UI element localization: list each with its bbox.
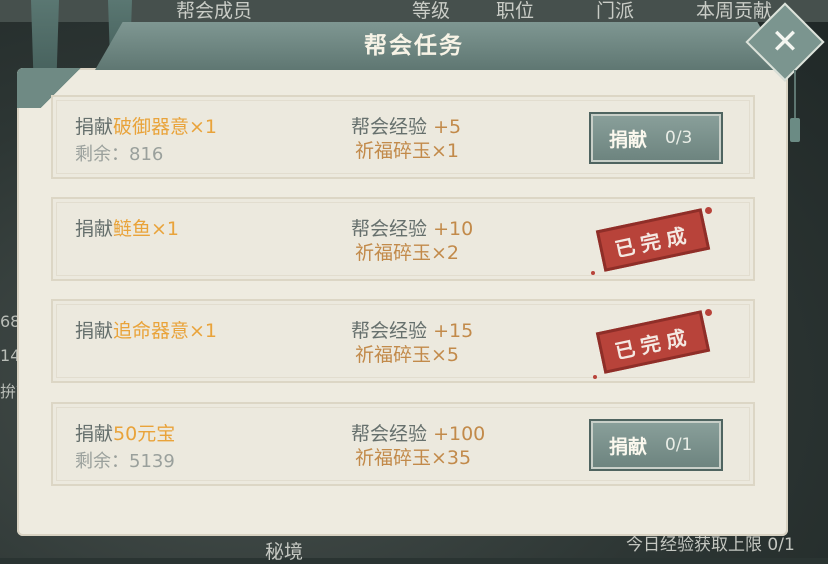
task-requirement: 捐献破御器意×1 — [75, 112, 217, 139]
reward-item: 祈福碎玉×5 — [355, 344, 460, 366]
task-row: 捐献破御器意×1 剩余：816 帮会经验 +5 祈福碎玉×1 捐献 0/3 — [51, 95, 755, 179]
bg-secret-realm-label: 秘境 — [265, 541, 304, 563]
task-requirement: 捐献50元宝 — [75, 419, 175, 446]
donate-button[interactable]: 捐献 0/3 — [589, 112, 723, 164]
tassel-decoration — [790, 118, 800, 142]
task-item: 50元宝 — [113, 423, 176, 445]
task-requirement: 捐献追命器意×1 — [75, 316, 217, 343]
reward-exp: 帮会经验 +100 — [351, 419, 485, 446]
task-remaining: 剩余：5139 — [75, 451, 175, 472]
task-prefix: 捐献 — [75, 218, 114, 240]
task-prefix: 捐献 — [75, 423, 114, 445]
reward-exp: 帮会经验 +5 — [351, 112, 461, 139]
reward-exp-label: 帮会经验 — [351, 218, 428, 240]
donate-progress: 0/1 — [665, 435, 693, 455]
reward-exp-label: 帮会经验 — [351, 116, 428, 138]
task-row: 捐献追命器意×1 帮会经验 +15 祈福碎玉×5 已完成 — [51, 299, 755, 383]
task-prefix: 捐献 — [75, 320, 114, 342]
stamp-splatter — [705, 309, 712, 316]
bg-column-sect: 门派 — [596, 0, 635, 22]
reward-item: 祈福碎玉×35 — [355, 447, 472, 469]
completed-stamp: 已完成 — [591, 207, 713, 275]
reward-item: 祈福碎玉×2 — [355, 242, 460, 264]
stamp-splatter — [591, 271, 595, 275]
task-remaining: 剩余：816 — [75, 144, 164, 165]
task-row: 捐献鲢鱼×1 帮会经验 +10 祈福碎玉×2 已完成 — [51, 197, 755, 281]
task-requirement: 捐献鲢鱼×1 — [75, 214, 179, 241]
completed-stamp-text: 已完成 — [595, 208, 711, 272]
bg-column-position: 职位 — [496, 0, 535, 22]
bg-column-level: 等级 — [412, 0, 451, 22]
reward-exp: 帮会经验 +15 — [351, 316, 473, 343]
reward-exp-label: 帮会经验 — [351, 423, 428, 445]
donate-button-label: 捐献 — [609, 435, 648, 458]
reward-exp: 帮会经验 +10 — [351, 214, 473, 241]
task-item: 鲢鱼×1 — [113, 218, 180, 240]
donate-button-label: 捐献 — [609, 128, 648, 151]
reward-exp-value: +15 — [433, 320, 474, 342]
reward-item: 祈福碎玉×1 — [355, 140, 460, 162]
donate-button[interactable]: 捐献 0/1 — [589, 419, 723, 471]
dialog-title: 帮会任务 — [364, 33, 464, 59]
completed-stamp-text: 已完成 — [595, 310, 711, 374]
donate-progress: 0/3 — [665, 128, 693, 148]
stamp-splatter — [705, 207, 712, 214]
task-row: 捐献50元宝 剩余：5139 帮会经验 +100 祈福碎玉×35 捐献 0/1 — [51, 402, 755, 486]
reward-exp-value: +5 — [433, 116, 462, 138]
close-icon[interactable]: ✕ — [757, 14, 813, 70]
reward-exp-value: +100 — [433, 423, 486, 445]
reward-exp-value: +10 — [433, 218, 474, 240]
stamp-splatter — [593, 375, 597, 379]
bg-column-members: 帮会成员 — [176, 0, 253, 22]
tassel-decoration — [794, 70, 796, 120]
task-item: 破御器意×1 — [113, 116, 218, 138]
reward-exp-label: 帮会经验 — [351, 320, 428, 342]
completed-stamp: 已完成 — [593, 309, 713, 379]
task-item: 追命器意×1 — [113, 320, 218, 342]
task-prefix: 捐献 — [75, 116, 114, 138]
